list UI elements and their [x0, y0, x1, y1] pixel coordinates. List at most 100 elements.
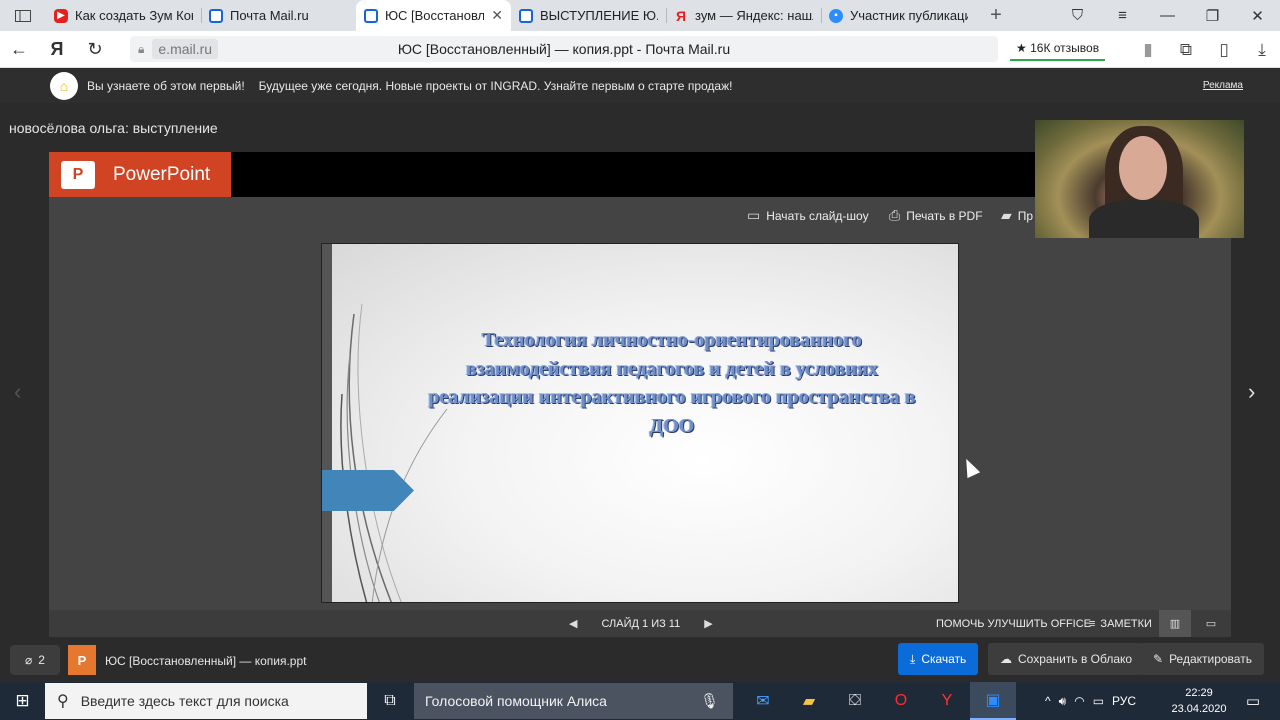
youtube-icon: ▶	[54, 8, 68, 23]
next-slide-icon[interactable]: ▶	[704, 617, 712, 630]
ppt-file-icon: P	[68, 645, 96, 675]
tab-youtube[interactable]: ▶ Как создать Зум Конференцию	[46, 0, 201, 31]
previous-attachment-icon[interactable]: ‹	[14, 379, 21, 405]
close-window-icon[interactable]: ✕	[1235, 7, 1280, 25]
wifi-icon[interactable]: ◠	[1074, 694, 1084, 708]
tab-label: Участник публикации	[850, 8, 968, 23]
webcam-face	[1119, 136, 1167, 200]
edit-button[interactable]: ✎ Редактировать	[1141, 643, 1264, 675]
tab-label: зум — Яндекс: нашлось	[695, 8, 813, 23]
attachments-count: 2	[38, 653, 45, 667]
tab-yandex-search[interactable]: Я зум — Яндекс: нашлось	[666, 0, 821, 31]
menu-icon[interactable]: ≡	[1100, 7, 1145, 24]
page-title: ЮС [Восстановленный] — копия.ppt - Почта…	[397, 41, 731, 57]
print-pdf-label: Печать в PDF	[906, 208, 983, 223]
mail-icon	[209, 8, 223, 23]
new-tab-icon[interactable]: +	[976, 4, 1016, 27]
reload-icon[interactable]: ↻	[76, 39, 114, 60]
powerpoint-brand: P PowerPoint	[49, 152, 231, 197]
comment-icon: ▰	[1001, 207, 1012, 223]
alice-voice-assistant[interactable]: Голосовой помощник Алиса 🎙︎	[414, 683, 733, 719]
microphone-icon[interactable]: 🎙︎	[700, 692, 719, 710]
slide-title: Технология личностно-ориентированного вз…	[428, 329, 916, 437]
printer-icon: ⎙	[889, 207, 901, 223]
attachment-bar: ⌀ 2 P ЮС [Восстановленный] — копия.ppt ⤓…	[0, 640, 1280, 682]
opera-icon[interactable]: O	[878, 682, 924, 720]
clock-date: 23.04.2020	[1171, 703, 1227, 715]
mail-app-icon[interactable]: ✉	[740, 682, 786, 720]
taskbar-search-box[interactable]: ⚲ Введите здесь текст для поиска	[45, 683, 367, 719]
tab-speech[interactable]: ВЫСТУПЛЕНИЕ Ю.С.	[511, 0, 666, 31]
ad-label-link[interactable]: Реклама	[1203, 80, 1243, 91]
windows-start-icon[interactable]: ⊞	[0, 682, 45, 720]
start-slideshow-label: Начать слайд-шоу	[766, 208, 869, 223]
collections-icon[interactable]: ⧉	[1174, 40, 1198, 60]
webcam-video-thumbnail[interactable]	[1035, 120, 1244, 238]
tab-presentation-active[interactable]: ЮС [Восстановленный] ✕	[356, 0, 511, 31]
slideshow-view-icon[interactable]: ▭	[1197, 610, 1225, 637]
tab-zoom[interactable]: ▪ Участник публикации	[821, 0, 976, 31]
clock-time: 22:29	[1185, 687, 1213, 699]
reading-view-icon[interactable]: ▥	[1159, 610, 1191, 637]
download-arrow-icon: ⤓	[910, 651, 916, 666]
edit-label: Редактировать	[1169, 652, 1252, 666]
start-slideshow-button[interactable]: ▭ Начать слайд-шоу	[747, 207, 869, 224]
address-bar: ← Я ↻ 🔒︎ e.mail.ru ЮС [Восстановленный] …	[0, 31, 1280, 68]
task-view-icon[interactable]: ⧉	[373, 682, 407, 720]
yandex-browser-icon[interactable]: Y	[924, 682, 970, 720]
ad-text: Будущее уже сегодня. Новые проекты от IN…	[258, 78, 733, 93]
cloud-icon: ☁	[1000, 652, 1012, 666]
url-field[interactable]: 🔒︎ e.mail.ru ЮС [Восстановленный] — копи…	[130, 36, 998, 62]
attachment-filename: ЮС [Восстановленный] — копия.ppt	[105, 654, 307, 668]
search-icon: ⚲	[57, 693, 69, 710]
back-icon[interactable]: ←	[0, 39, 38, 60]
volume-icon[interactable]: 🔊︎	[1059, 694, 1067, 709]
file-explorer-icon[interactable]: ▰	[786, 682, 832, 720]
tray-expand-icon[interactable]: ^	[1045, 694, 1051, 708]
yandex-icon: Я	[675, 7, 687, 24]
notes-label: ЗАМЕТКИ	[1100, 618, 1152, 630]
zoom-icon: ▪	[829, 8, 843, 23]
ad-banner[interactable]: ⌂ Вы узнаете об этом первый! Будущее уже…	[0, 68, 1280, 103]
alice-label: Голосовой помощник Алиса	[425, 693, 607, 709]
save-to-cloud-button[interactable]: ☁ Сохранить в Облако	[988, 643, 1145, 675]
presenter-label: новосёлова ольга: выступление	[9, 120, 218, 136]
bookmarks-icon[interactable]: ⛉	[1055, 7, 1100, 24]
zoom-app-icon[interactable]: ▣	[970, 682, 1016, 720]
yandex-logo-icon[interactable]: Я	[38, 39, 76, 60]
extension-icon[interactable]: ▯	[1212, 40, 1236, 60]
restore-icon[interactable]: ❐	[1190, 7, 1235, 25]
brand-label: PowerPoint	[113, 163, 211, 185]
sidebar-toggle-icon[interactable]	[0, 0, 46, 31]
ad-headline: Вы узнаете об этом первый!	[87, 78, 245, 93]
notes-button[interactable]: ≡ ЗАМЕТКИ	[1089, 618, 1152, 630]
language-indicator[interactable]: РУС	[1112, 694, 1136, 708]
print-pdf-button[interactable]: ⎙ Печать в PDF	[889, 207, 983, 224]
close-tab-icon[interactable]: ✕	[491, 7, 503, 24]
tab-mail[interactable]: Почта Mail.ru	[201, 0, 356, 31]
next-attachment-icon[interactable]: ›	[1248, 379, 1255, 405]
edit-icon: ✎	[1153, 652, 1164, 666]
bookmark-icon[interactable]: ▮	[1136, 40, 1160, 60]
viewer-status-bar: ◀ СЛАЙД 1 ИЗ 11 ▶ ПОМОЧЬ УЛУЧШИТЬ OFFICE…	[49, 610, 1231, 637]
presentation-stage: новосёлова ольга: выступление P PowerPoi…	[0, 103, 1280, 640]
download-icon[interactable]: ⤓	[1250, 40, 1274, 60]
help-improve-office-link[interactable]: ПОМОЧЬ УЛУЧШИТЬ OFFICE	[936, 618, 1091, 630]
store-icon[interactable]: ⛋	[832, 682, 878, 720]
comments-button[interactable]: ▰ Пр	[1001, 207, 1033, 224]
tab-label: ЮС [Восстановленный]	[385, 8, 485, 23]
taskbar-clock[interactable]: 22:29 23.04.2020	[1170, 685, 1228, 717]
mail-icon	[364, 8, 378, 23]
notifications-icon[interactable]: ▭	[1238, 682, 1268, 720]
save-to-cloud-label: Сохранить в Облако	[1018, 652, 1133, 666]
tab-label: Почта Mail.ru	[230, 8, 309, 23]
download-button[interactable]: ⤓ Скачать	[898, 643, 979, 675]
minimize-icon[interactable]: —	[1145, 7, 1190, 24]
previous-slide-icon[interactable]: ◀	[569, 617, 577, 630]
battery-icon[interactable]: ▭	[1093, 694, 1104, 708]
download-label: Скачать	[921, 652, 967, 666]
reviews-button[interactable]: ★ 16К отзывов	[1010, 37, 1106, 61]
lock-icon: 🔒︎	[138, 41, 145, 56]
attachments-count-button[interactable]: ⌀ 2	[10, 645, 60, 675]
tab-label: ВЫСТУПЛЕНИЕ Ю.С.	[540, 8, 658, 23]
